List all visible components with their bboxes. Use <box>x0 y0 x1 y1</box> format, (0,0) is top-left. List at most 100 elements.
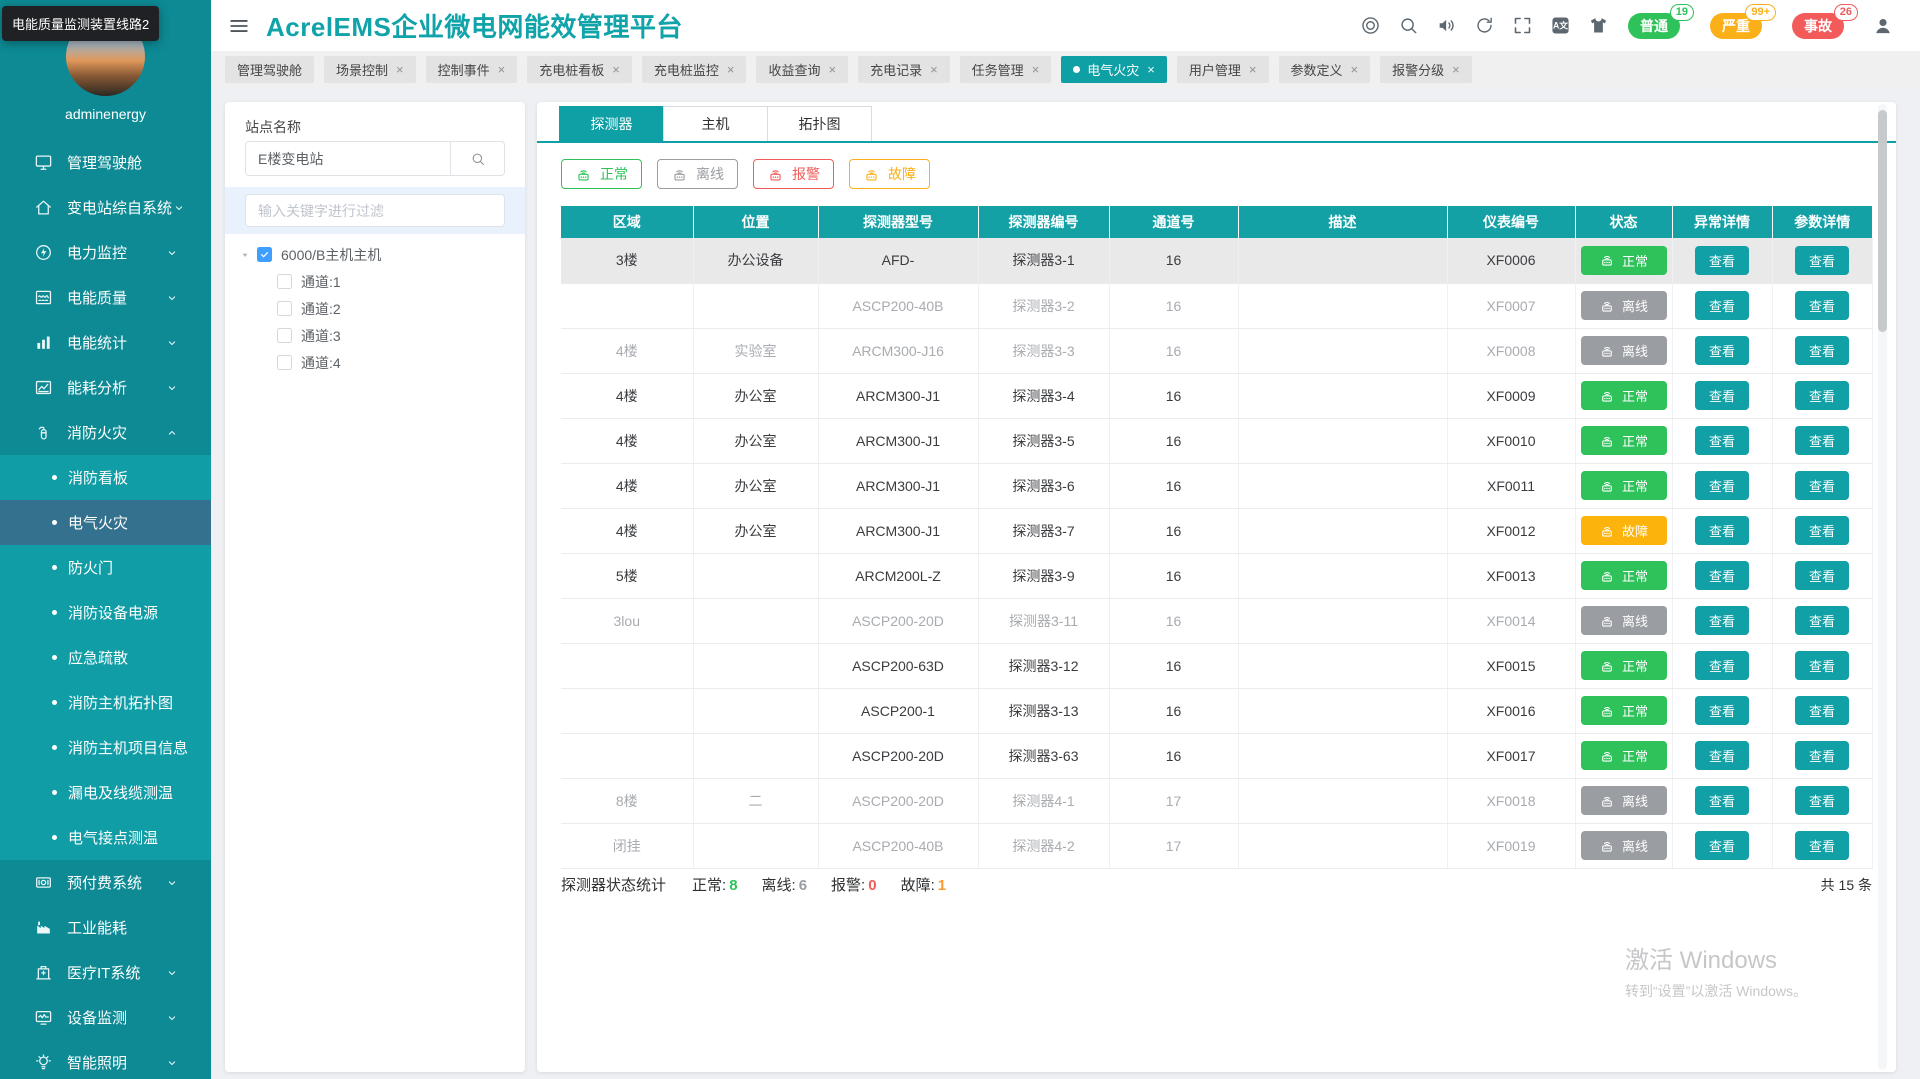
view-params-button[interactable]: 查看 <box>1795 245 1849 275</box>
view-params-button[interactable]: 查看 <box>1795 381 1849 410</box>
table-row[interactable]: 4楼 实验室 ARCM300-J16 探测器3-3 16 XF0008 离线 查看 查看 <box>561 328 1873 374</box>
view-exception-button[interactable]: 查看 <box>1695 696 1749 725</box>
sidebar-item-substation-system[interactable]: 变电站综自系统 <box>0 185 211 230</box>
view-params-button[interactable]: 查看 <box>1795 561 1849 590</box>
view-params-button[interactable]: 查看 <box>1795 606 1849 635</box>
sidebar-subitem-fire-equipment-power[interactable]: 消防设备电源 <box>0 590 211 635</box>
view-exception-button[interactable]: 查看 <box>1695 561 1749 590</box>
view-exception-button[interactable]: 查看 <box>1695 606 1749 635</box>
sidebar-subitem-electrical-contact-temp[interactable]: 电气接点测温 <box>0 815 211 860</box>
tab-close-icon[interactable]: × <box>1147 62 1155 77</box>
main-tab-topology[interactable]: 拓扑图 <box>767 106 872 141</box>
workspace-tab-11[interactable]: 报警分级 × <box>1380 56 1472 83</box>
view-exception-button[interactable]: 查看 <box>1695 291 1749 320</box>
tab-close-icon[interactable]: × <box>930 62 938 77</box>
theme-shirt-icon[interactable] <box>1588 15 1609 36</box>
view-exception-button[interactable]: 查看 <box>1695 831 1749 860</box>
view-exception-button[interactable]: 查看 <box>1695 741 1749 770</box>
sidebar-subitem-emergency-evacuation[interactable]: 应急疏散 <box>0 635 211 680</box>
search-icon[interactable] <box>1398 15 1419 36</box>
sidebar-subitem-fire-host-topology[interactable]: 消防主机拓扑图 <box>0 680 211 725</box>
filter-button-normal[interactable]: 正常 <box>561 159 642 189</box>
workspace-tab-7[interactable]: 任务管理 × <box>959 56 1052 83</box>
view-exception-button[interactable]: 查看 <box>1695 516 1749 545</box>
sidebar-item-power-stats[interactable]: 电能统计 <box>0 320 211 365</box>
site-search-input[interactable] <box>245 141 451 176</box>
view-params-button[interactable]: 查看 <box>1795 831 1849 860</box>
workspace-tab-9[interactable]: 用户管理 × <box>1176 56 1269 83</box>
view-params-button[interactable]: 查看 <box>1795 426 1849 455</box>
sidebar-item-power-monitor[interactable]: 电力监控 <box>0 230 211 275</box>
alarm-badge-severe[interactable]: 严重 99+ <box>1710 3 1776 39</box>
table-row[interactable]: 4楼 办公室 ARCM300-J1 探测器3-6 16 XF0011 正常 查看 查看 <box>561 463 1873 509</box>
workspace-tab-5[interactable]: 收益查询 × <box>756 56 849 83</box>
hamburger-menu-icon[interactable] <box>228 15 250 37</box>
caret-down-icon[interactable] <box>239 249 251 261</box>
alarm-badge-normal[interactable]: 普通 19 <box>1628 3 1694 39</box>
sidebar-subitem-electrical-fire[interactable]: 电气火灾 <box>0 500 211 545</box>
tab-close-icon[interactable]: × <box>828 62 836 77</box>
scrollbar-thumb[interactable] <box>1878 110 1887 332</box>
checkbox-unchecked[interactable] <box>277 301 292 316</box>
sidebar-subitem-fire-door[interactable]: 防火门 <box>0 545 211 590</box>
workspace-tab-1[interactable]: 场景控制 × <box>324 56 416 83</box>
tree-node[interactable]: 通道:3 <box>225 322 525 349</box>
workspace-tab-2[interactable]: 控制事件 × <box>425 56 518 83</box>
view-params-button[interactable]: 查看 <box>1795 291 1849 320</box>
view-exception-button[interactable]: 查看 <box>1695 245 1749 275</box>
volume-icon[interactable] <box>1436 15 1457 36</box>
sidebar-subitem-leakage-cable-temp[interactable]: 漏电及线缆测温 <box>0 770 211 815</box>
translate-icon[interactable]: A文 <box>1550 15 1571 36</box>
main-tab-host[interactable]: 主机 <box>663 106 768 141</box>
sidebar-item-smart-lighting[interactable]: 智能照明 <box>0 1040 211 1079</box>
filter-button-alarm[interactable]: 报警 <box>753 159 834 189</box>
checkbox-unchecked[interactable] <box>277 355 292 370</box>
table-row[interactable]: 5楼 ARCM200L-Z 探测器3-9 16 XF0013 正常 查看 查看 <box>561 553 1873 599</box>
tab-close-icon[interactable]: × <box>1032 62 1040 77</box>
table-row[interactable]: 8楼二 ASCP200-20D 探测器4-1 17 XF0018 离线 查看 查看 <box>561 778 1873 824</box>
tab-close-icon[interactable]: × <box>1351 62 1359 77</box>
tree-node-root[interactable]: 6000/B主机主机 <box>225 241 525 268</box>
tab-close-icon[interactable]: × <box>396 62 404 77</box>
tree-node[interactable]: 通道:2 <box>225 295 525 322</box>
tree-node[interactable]: 通道:4 <box>225 349 525 376</box>
view-params-button[interactable]: 查看 <box>1795 336 1849 365</box>
filter-button-offline[interactable]: 离线 <box>657 159 738 189</box>
tab-close-icon[interactable]: × <box>727 62 735 77</box>
view-exception-button[interactable]: 查看 <box>1695 786 1749 815</box>
workspace-tab-10[interactable]: 参数定义 × <box>1278 56 1371 83</box>
table-row[interactable]: ASCP200-20D 探测器3-63 16 XF0017 正常 查看 查看 <box>561 733 1873 779</box>
view-exception-button[interactable]: 查看 <box>1695 336 1749 365</box>
filter-button-fault[interactable]: 故障 <box>849 159 930 189</box>
user-icon[interactable] <box>1872 15 1894 37</box>
tab-close-icon[interactable]: × <box>1452 62 1460 77</box>
tree-filter-input[interactable] <box>245 194 505 227</box>
view-params-button[interactable]: 查看 <box>1795 696 1849 725</box>
help-circle-icon[interactable] <box>1360 15 1381 36</box>
table-row[interactable]: 3lou ASCP200-20D 探测器3-11 16 XF0014 离线 查看 查看 <box>561 598 1873 644</box>
sidebar-subitem-fire-host-project-info[interactable]: 消防主机项目信息 <box>0 725 211 770</box>
tab-close-icon[interactable]: × <box>498 62 506 77</box>
fullscreen-icon[interactable] <box>1512 15 1533 36</box>
workspace-tab-8[interactable]: 电气火灾 × <box>1061 56 1167 83</box>
sidebar-subitem-fire-board[interactable]: 消防看板 <box>0 455 211 500</box>
checkbox-unchecked[interactable] <box>277 328 292 343</box>
workspace-tab-3[interactable]: 充电桩看板 × <box>527 56 632 83</box>
view-exception-button[interactable]: 查看 <box>1695 381 1749 410</box>
view-exception-button[interactable]: 查看 <box>1695 471 1749 500</box>
workspace-tab-6[interactable]: 充电记录 × <box>858 56 950 83</box>
view-params-button[interactable]: 查看 <box>1795 741 1849 770</box>
view-exception-button[interactable]: 查看 <box>1695 426 1749 455</box>
table-row[interactable]: 3楼 办公设备 AFD- 探测器3-1 16 XF0006 正常 查看 查看 <box>561 238 1873 284</box>
alarm-badge-accident[interactable]: 事故 26 <box>1792 3 1858 39</box>
table-row[interactable]: 4楼 办公室 ARCM300-J1 探测器3-5 16 XF0010 正常 查看 查看 <box>561 418 1873 464</box>
table-row[interactable]: 4楼 办公室 ARCM300-J1 探测器3-7 16 XF0012 故障 查看 查看 <box>561 508 1873 554</box>
view-exception-button[interactable]: 查看 <box>1695 651 1749 680</box>
sidebar-item-energy-analysis[interactable]: 能耗分析 <box>0 365 211 410</box>
tab-close-icon[interactable]: × <box>612 62 620 77</box>
tab-close-icon[interactable]: × <box>1249 62 1257 77</box>
view-params-button[interactable]: 查看 <box>1795 471 1849 500</box>
sidebar-item-industrial-energy[interactable]: 工业能耗 <box>0 905 211 950</box>
tree-node[interactable]: 通道:1 <box>225 268 525 295</box>
view-params-button[interactable]: 查看 <box>1795 651 1849 680</box>
